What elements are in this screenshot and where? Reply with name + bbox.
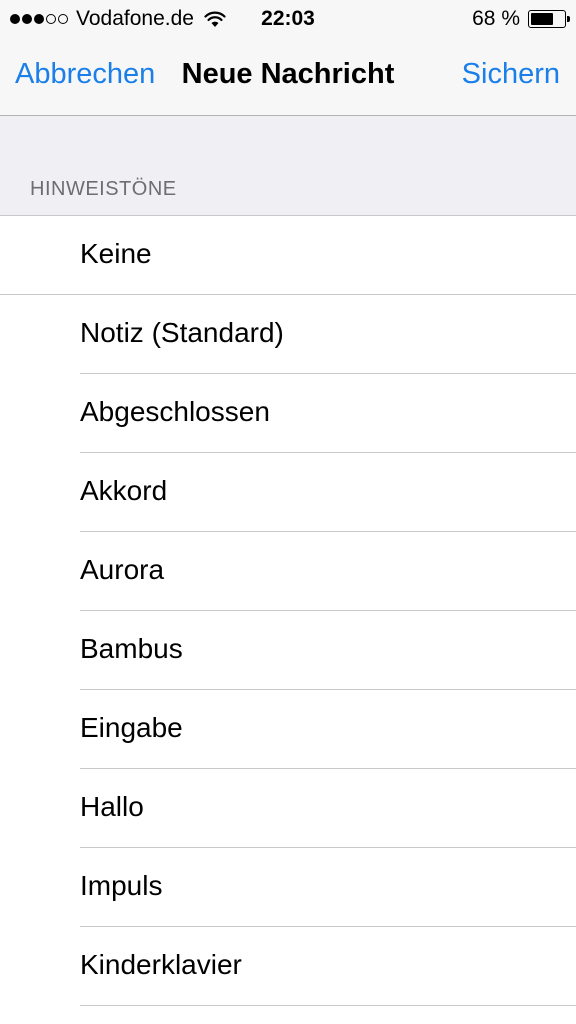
tone-row[interactable]: Abgeschlossen	[0, 374, 576, 453]
tone-label: Akkord	[80, 475, 168, 506]
tone-list: Keine Notiz (Standard) Abgeschlossen Akk…	[0, 216, 576, 1006]
row-divider	[80, 1005, 576, 1006]
tone-label: Impuls	[80, 870, 163, 901]
tone-label: Hallo	[80, 791, 144, 822]
tone-label: Bambus	[80, 633, 183, 664]
navigation-bar: Abbrechen Neue Nachricht Sichern	[0, 38, 576, 116]
tone-label: Eingabe	[80, 712, 183, 743]
section-header: HINWEISTÖNE	[30, 178, 177, 200]
tone-row[interactable]: Kinderklavier	[0, 927, 576, 1006]
tone-row[interactable]: Hallo	[0, 769, 576, 848]
battery-icon	[528, 10, 570, 28]
tone-label: Aurora	[80, 554, 165, 585]
tone-row[interactable]: Impuls	[0, 848, 576, 927]
status-bar: Vodafone.de 22:03 68 %	[0, 0, 576, 38]
battery-tip	[567, 16, 570, 22]
tone-label: Kinderklavier	[80, 949, 242, 980]
tone-label: Notiz (Standard)	[80, 317, 284, 348]
status-right: 68 %	[472, 7, 570, 31]
tone-row[interactable]: Akkord	[0, 453, 576, 532]
section-header-area: HINWEISTÖNE	[0, 116, 576, 216]
tone-label: Keine	[80, 238, 152, 269]
tone-row[interactable]: Eingabe	[0, 690, 576, 769]
tone-row[interactable]: Notiz (Standard)	[0, 295, 576, 374]
tone-row[interactable]: Bambus	[0, 611, 576, 690]
save-button[interactable]: Sichern	[462, 58, 560, 91]
tone-row[interactable]: Aurora	[0, 532, 576, 611]
tone-label: Abgeschlossen	[80, 396, 270, 427]
tone-row[interactable]: Keine	[0, 216, 576, 295]
battery-fill	[531, 13, 553, 25]
battery-percentage: 68 %	[472, 7, 520, 30]
